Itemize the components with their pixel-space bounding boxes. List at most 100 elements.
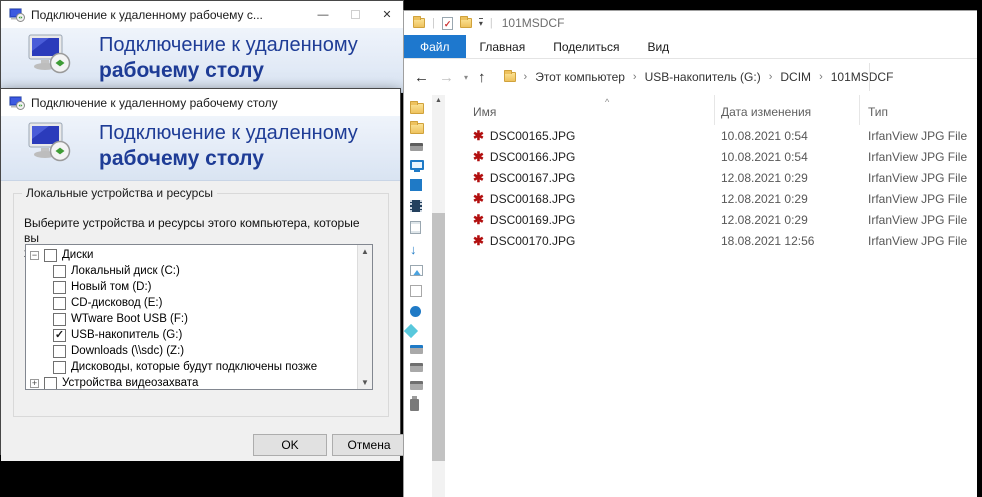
music-icon[interactable] <box>410 306 421 317</box>
file-type: IrfanView JPG File <box>860 150 970 164</box>
rdp-app-icon <box>9 8 25 22</box>
folder-icon[interactable] <box>410 123 424 134</box>
downloads-icon[interactable]: ↓ <box>410 243 417 256</box>
documents-icon[interactable] <box>410 221 421 234</box>
checkbox[interactable] <box>53 361 66 374</box>
tree-item-drive-g[interactable]: ✓ USB-накопитель (G:) <box>26 327 357 343</box>
checkbox-checked[interactable]: ✓ <box>53 329 66 342</box>
file-type: IrfanView JPG File <box>860 129 970 143</box>
tab-file[interactable]: Файл <box>404 35 466 58</box>
collapse-icon[interactable]: − <box>30 251 39 260</box>
disk-icon[interactable] <box>410 363 423 372</box>
column-header-type[interactable]: Тип <box>860 95 970 125</box>
scroll-down-icon[interactable]: ▼ <box>361 378 369 387</box>
titlebar[interactable]: Подключение к удаленному рабочему столу <box>1 89 400 116</box>
usb-drive-icon[interactable] <box>410 399 419 411</box>
file-row[interactable]: ✱DSC00170.JPG 18.08.2021 12:56 IrfanView… <box>457 230 977 251</box>
tree-item-drives[interactable]: − Диски <box>26 247 357 263</box>
separator: | <box>432 17 435 29</box>
tab-share[interactable]: Поделиться <box>539 35 633 58</box>
checkbox[interactable] <box>53 281 66 294</box>
file-row[interactable]: ✱DSC00167.JPG 12.08.2021 0:29 IrfanView … <box>457 167 977 188</box>
scrollbar-thumb[interactable] <box>432 213 445 461</box>
properties-icon[interactable] <box>442 17 453 30</box>
checkbox[interactable] <box>53 345 66 358</box>
tab-view[interactable]: Вид <box>633 35 683 58</box>
file-row[interactable]: ✱DSC00168.JPG 12.08.2021 0:29 IrfanView … <box>457 188 977 209</box>
maximize-button[interactable] <box>339 1 371 28</box>
this-pc-icon[interactable] <box>410 160 424 170</box>
3d-objects-icon[interactable] <box>404 324 418 338</box>
tree-item-drive-f[interactable]: WTware Boot USB (F:) <box>26 311 357 327</box>
disk-icon[interactable] <box>410 381 423 390</box>
navigation-scrollbar[interactable]: ▲ <box>432 95 445 497</box>
chevron-icon: › <box>817 71 825 83</box>
new-folder-icon[interactable] <box>460 18 472 28</box>
forward-icon[interactable]: → <box>439 69 454 86</box>
rdp-dialog-front: Подключение к удаленному рабочему столу … <box>0 88 401 455</box>
tree-item-later-drives[interactable]: Дисководы, которые будут подключены позж… <box>26 359 357 375</box>
column-header-date-modified[interactable]: Дата изменения <box>715 95 860 125</box>
saved-pictures-icon[interactable] <box>410 285 422 297</box>
tree-item-drive-c[interactable]: Локальный диск (C:) <box>26 263 357 279</box>
navigation-pane[interactable]: ↓ <box>404 95 432 497</box>
videos-icon[interactable] <box>410 200 422 212</box>
tree-item-video-capture[interactable]: + Устройства видеозахвата <box>26 375 357 389</box>
titlebar[interactable]: | ▾ | 101MSDCF <box>404 11 977 35</box>
expand-icon[interactable]: + <box>30 379 39 388</box>
tree-item-drive-z[interactable]: Downloads (\\sdc) (Z:) <box>26 343 357 359</box>
checkbox[interactable] <box>44 249 57 262</box>
separator: | <box>490 17 493 29</box>
breadcrumb-101msdcf[interactable]: 101MSDCF <box>831 70 894 84</box>
irfanview-file-icon: ✱ <box>473 150 484 163</box>
up-icon[interactable]: ↑ <box>478 69 486 86</box>
ribbon-tabs: Файл Главная Поделиться Вид <box>404 35 977 59</box>
breadcrumb-dcim[interactable]: DCIM <box>780 70 811 84</box>
scroll-up-icon[interactable]: ▲ <box>432 97 445 104</box>
checkbox[interactable] <box>44 377 57 390</box>
tree-scrollbar[interactable]: ▲ ▼ <box>357 245 372 389</box>
rdp-app-icon <box>9 96 25 110</box>
file-row[interactable]: ✱DSC00166.JPG 10.08.2021 0:54 IrfanView … <box>457 146 977 167</box>
irfanview-file-icon: ✱ <box>473 129 484 142</box>
pictures-icon[interactable] <box>410 265 423 276</box>
tree-item-label: CD-дисковод (E:) <box>71 297 162 309</box>
file-row[interactable]: ✱DSC00169.JPG 12.08.2021 0:29 IrfanView … <box>457 209 977 230</box>
sort-ascending-icon: ^ <box>605 97 609 107</box>
banner-title: Подключение к удаленному рабочему столу <box>99 121 358 171</box>
local-disk-icon[interactable] <box>410 345 423 354</box>
checkbox[interactable] <box>53 265 66 278</box>
close-button[interactable]: ✕ <box>371 1 403 28</box>
printer-icon[interactable] <box>410 143 423 151</box>
tree-item-drive-d[interactable]: Новый том (D:) <box>26 279 357 295</box>
maximize-icon <box>351 10 360 19</box>
folder-icon[interactable] <box>410 103 424 114</box>
cancel-button[interactable]: Отмена <box>332 434 406 456</box>
tree-item-drive-e[interactable]: CD-дисковод (E:) <box>26 295 357 311</box>
file-name: DSC00168.JPG <box>490 192 575 206</box>
groupbox-title: Локальные устройства и ресурсы <box>22 186 217 200</box>
file-date: 12.08.2021 0:29 <box>715 213 860 227</box>
tab-home[interactable]: Главная <box>466 35 540 58</box>
tree-item-label: Диски <box>62 249 93 261</box>
back-icon[interactable]: ← <box>414 69 429 86</box>
breadcrumb-this-pc[interactable]: Этот компьютер <box>535 70 625 84</box>
column-header-name[interactable]: Имя ^ <box>457 95 715 125</box>
ok-button[interactable]: OK <box>253 434 327 456</box>
customize-quick-access-icon[interactable]: ▾ <box>479 18 483 28</box>
chevron-icon: › <box>522 71 530 83</box>
file-name: DSC00165.JPG <box>490 129 575 143</box>
scroll-up-icon[interactable]: ▲ <box>361 247 369 256</box>
file-row[interactable]: ✱DSC00165.JPG 10.08.2021 0:54 IrfanView … <box>457 125 977 146</box>
chevron-icon: › <box>767 71 775 83</box>
minimize-button[interactable]: — <box>307 1 339 28</box>
window-title: Подключение к удаленному рабочему с... <box>31 8 307 22</box>
titlebar[interactable]: Подключение к удаленному рабочему с... —… <box>1 1 403 28</box>
file-date: 10.08.2021 0:54 <box>715 150 860 164</box>
recent-locations-icon[interactable]: ▾ <box>464 73 468 82</box>
checkbox[interactable] <box>53 313 66 326</box>
desktop-icon[interactable] <box>410 179 422 191</box>
breadcrumb-usb-drive[interactable]: USB-накопитель (G:) <box>645 70 761 84</box>
checkbox[interactable] <box>53 297 66 310</box>
search-box-divider <box>869 63 870 91</box>
